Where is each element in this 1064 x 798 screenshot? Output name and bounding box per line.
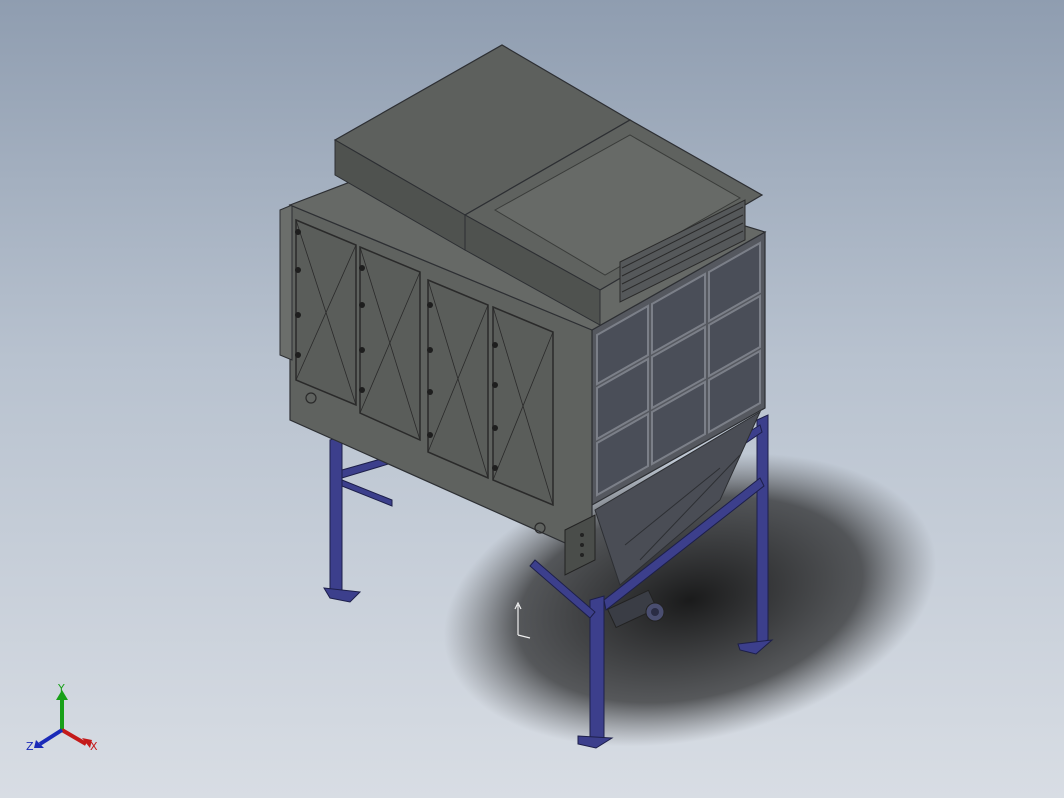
3d-model-view[interactable] <box>0 0 1064 798</box>
z-axis-label: Z <box>26 740 34 753</box>
view-orientation-triad[interactable]: Y X Z <box>22 682 112 762</box>
y-axis-label: Y <box>57 682 65 695</box>
graphics-viewport[interactable]: Y X Z <box>0 0 1064 798</box>
z-axis-arrow <box>38 728 64 746</box>
x-axis-label: X <box>90 740 98 753</box>
x-axis-arrow <box>60 728 88 746</box>
